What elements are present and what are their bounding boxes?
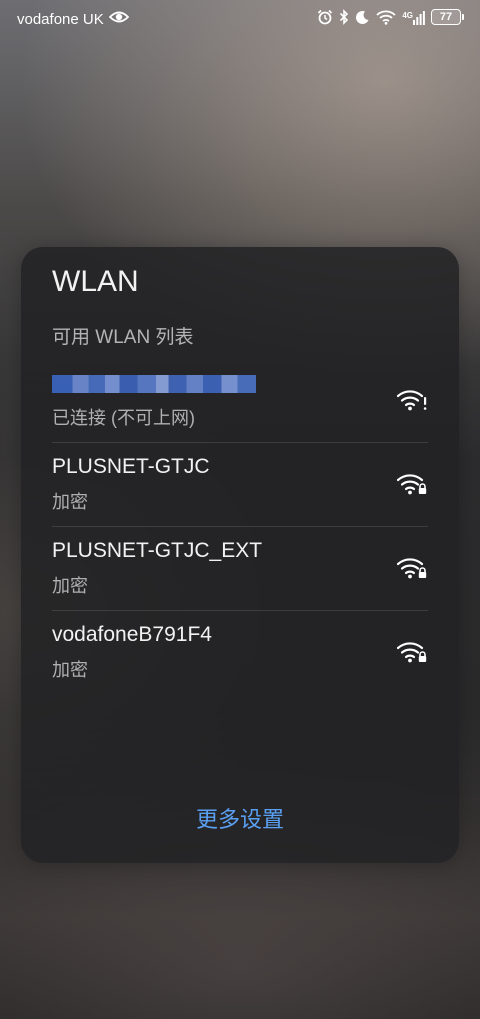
- status-icons: 4G 77: [317, 9, 464, 25]
- network-item[interactable]: vodafoneB791F4 加密: [52, 611, 428, 694]
- network-type: 4G: [402, 10, 413, 20]
- battery-icon: 77: [431, 9, 464, 25]
- status-bar: vodafone UK 4G 77: [0, 0, 480, 38]
- wlan-panel: WLAN 可用 WLAN 列表 已连接 (不可上网) PLUSNET-GTJC …: [21, 247, 459, 863]
- wifi-locked-icon: [396, 639, 428, 670]
- network-status: 加密: [52, 660, 88, 680]
- network-item[interactable]: PLUSNET-GTJC 加密: [52, 443, 428, 527]
- moon-icon: [355, 10, 370, 25]
- network-status: 已连接 (不可上网): [52, 408, 195, 428]
- eye-icon: [108, 10, 130, 28]
- more-settings-button[interactable]: 更多设置: [21, 802, 459, 834]
- bluetooth-icon: [339, 9, 349, 25]
- redacted-network-name: [52, 375, 256, 393]
- panel-title: WLAN: [52, 265, 139, 298]
- network-status: 加密: [52, 492, 88, 512]
- network-list: 已连接 (不可上网) PLUSNET-GTJC 加密 PLUSNET-GTJC_…: [52, 359, 428, 694]
- network-name: vodafoneB791F4: [52, 623, 212, 646]
- carrier-group: vodafone UK: [17, 10, 130, 28]
- network-name: PLUSNET-GTJC: [52, 455, 210, 478]
- network-item[interactable]: PLUSNET-GTJC_EXT 加密: [52, 527, 428, 611]
- wifi-locked-icon: [396, 555, 428, 586]
- network-item-connected[interactable]: 已连接 (不可上网): [52, 359, 428, 443]
- alarm-icon: [317, 9, 333, 25]
- wifi-alert-icon: [396, 387, 428, 418]
- battery-level: 77: [431, 9, 461, 25]
- available-networks-label: 可用 WLAN 列表: [52, 327, 194, 348]
- wifi-icon: [376, 10, 396, 25]
- cellular-signal-icon: 4G: [402, 10, 425, 25]
- carrier-name: vodafone UK: [17, 10, 104, 28]
- network-name: PLUSNET-GTJC_EXT: [52, 539, 263, 562]
- network-status: 加密: [52, 576, 88, 596]
- wifi-locked-icon: [396, 471, 428, 502]
